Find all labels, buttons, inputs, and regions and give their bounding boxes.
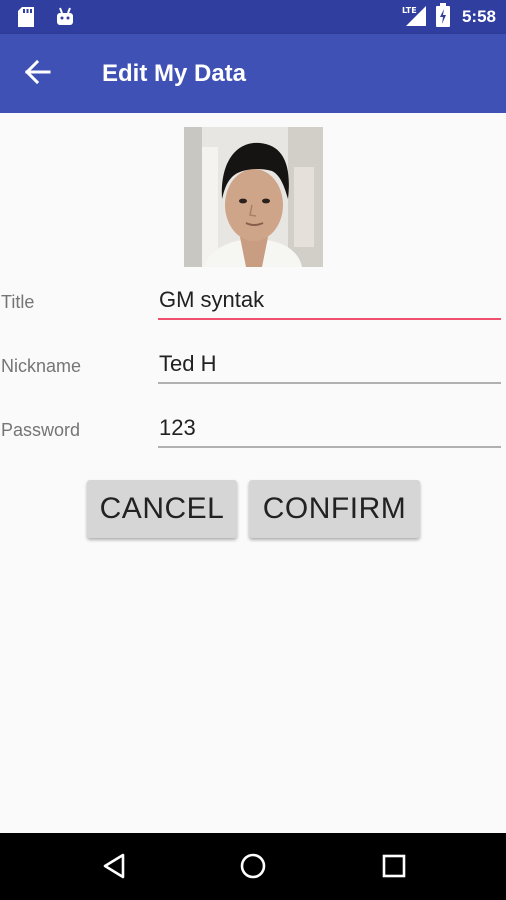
password-field[interactable]: [158, 406, 501, 450]
nickname-label: Nickname: [1, 356, 82, 376]
nav-recents-button[interactable]: [372, 846, 416, 890]
title-field-underline: [158, 318, 501, 320]
signal-icon: LTE: [402, 4, 428, 31]
nav-home-button[interactable]: [231, 846, 275, 890]
status-left-icons: [18, 7, 74, 32]
status-right-icons: LTE 5:58: [402, 0, 496, 34]
profile-photo[interactable]: [184, 127, 323, 267]
network-label: LTE: [402, 6, 417, 15]
battery-charging-icon: [435, 2, 450, 32]
nav-back-button[interactable]: [92, 846, 136, 890]
password-label: Password: [1, 420, 81, 440]
title-label: Title: [1, 292, 35, 312]
back-button[interactable]: [18, 54, 58, 94]
title-row: Title: [0, 274, 506, 330]
confirm-button[interactable]: CONFIRM: [249, 480, 420, 538]
nickname-field[interactable]: [158, 342, 501, 386]
app-bar: Edit My Data: [0, 34, 506, 113]
nickname-row: Nickname: [0, 338, 506, 394]
home-circle-icon: [239, 852, 267, 885]
clock: 5:58: [461, 7, 496, 26]
navigation-bar: [0, 833, 506, 900]
recents-square-icon: [381, 853, 407, 884]
arrow-back-icon: [24, 59, 51, 89]
nickname-field-underline: [158, 382, 501, 384]
cancel-button[interactable]: CANCEL: [87, 480, 237, 538]
sd-card-icon: [18, 7, 34, 32]
content-area: Title Nickname Password CANCEL CONFIRM: [0, 113, 506, 833]
back-triangle-icon: [101, 852, 127, 885]
password-field-underline: [158, 446, 501, 448]
title-field[interactable]: [158, 278, 501, 322]
page-title: Edit My Data: [102, 60, 247, 87]
password-row: Password: [0, 402, 506, 458]
android-icon: [56, 7, 74, 32]
status-bar: LTE 5:58: [0, 0, 506, 34]
profile-photo-image: [184, 127, 323, 267]
